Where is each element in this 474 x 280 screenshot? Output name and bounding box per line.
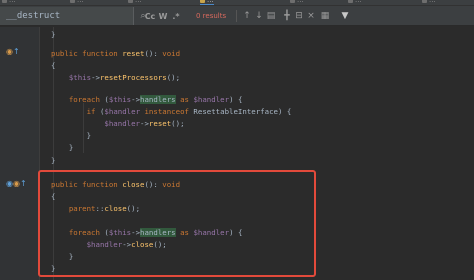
annotation-highlight-box xyxy=(38,170,316,277)
override-marker-icon[interactable]: ◉◉↑ xyxy=(6,179,27,188)
find-bar: __destruct ⌕ Cc W .* 0 results ↑ ↓ ▤ ╋ ⊟… xyxy=(0,6,474,26)
whole-words-toggle[interactable]: W xyxy=(158,10,168,22)
filter-icon[interactable]: ▼ xyxy=(340,10,350,22)
code-line: $handler->reset(); xyxy=(104,119,185,128)
select-all-icon[interactable]: ▤ xyxy=(266,10,276,22)
divider xyxy=(236,10,237,22)
php-file-icon xyxy=(70,0,75,3)
add-selection-icon[interactable]: ╋ xyxy=(282,10,292,22)
search-results-count: 0 results xyxy=(196,12,227,20)
close-icon[interactable]: × xyxy=(306,10,316,22)
code-line: public function reset(): void xyxy=(51,49,181,58)
php-file-icon xyxy=(128,0,133,3)
php-file-icon xyxy=(422,0,427,3)
php-file-icon xyxy=(2,0,7,3)
layout-icon[interactable]: ▦ xyxy=(320,10,330,22)
code-line: $this->resetProcessors(); xyxy=(68,73,181,82)
php-file-icon xyxy=(348,0,353,3)
split-icon[interactable]: ⊟ xyxy=(294,10,304,22)
code-line: } xyxy=(51,156,56,165)
arrow-down-icon[interactable]: ↓ xyxy=(254,10,264,22)
match-case-toggle[interactable]: Cc xyxy=(144,10,156,22)
code-line: if ($handler instanceof ResettableInterf… xyxy=(86,107,292,116)
arrow-up-icon[interactable]: ↑ xyxy=(242,10,252,22)
search-input[interactable]: __destruct xyxy=(0,7,134,25)
code-line: { xyxy=(51,61,56,70)
code-line: } xyxy=(86,131,92,140)
editor-gutter: ◉↑ ◉◉↑ xyxy=(0,27,40,280)
code-line: } xyxy=(68,143,74,152)
override-marker-icon[interactable]: ◉↑ xyxy=(6,47,20,56)
code-line: } xyxy=(51,30,56,39)
php-file-icon xyxy=(290,0,295,3)
regex-toggle[interactable]: .* xyxy=(170,10,182,22)
code-line: foreach ($this->handlers as $handler) { xyxy=(68,95,243,104)
php-file-icon xyxy=(200,0,205,3)
